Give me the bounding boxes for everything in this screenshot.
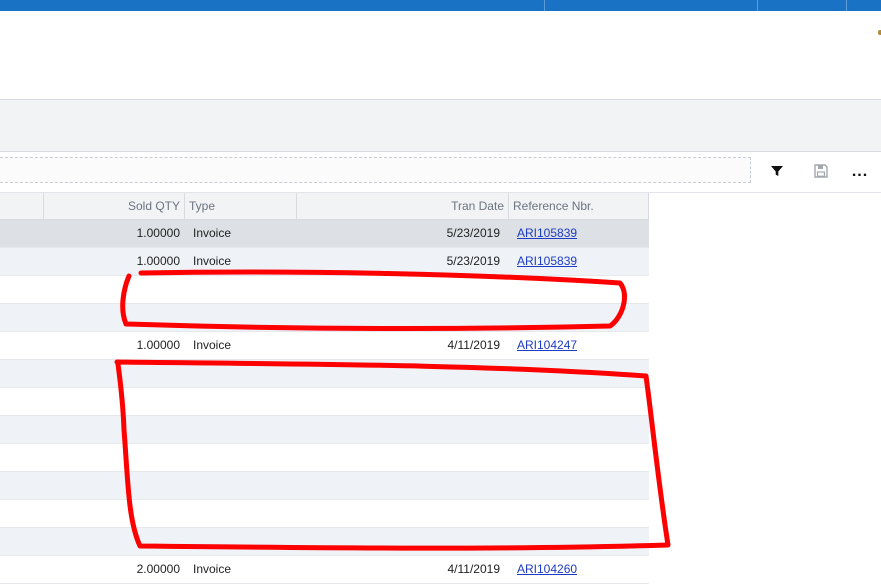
sold-qty-cell: [44, 360, 180, 387]
sold-qty-cell: [44, 276, 180, 303]
topbar-divider: [846, 0, 847, 11]
table-row[interactable]: 1.00000 Invoice 5/23/2019 ARI105839: [0, 220, 649, 248]
save-button[interactable]: [809, 160, 833, 184]
table-row[interactable]: [0, 304, 649, 332]
table-row[interactable]: [0, 500, 649, 528]
reference-nbr-link[interactable]: ARI104260: [517, 556, 577, 583]
topbar-divider: [757, 0, 758, 11]
sold-qty-cell: [44, 416, 180, 443]
summary-panel: [0, 100, 881, 152]
tran-date-cell: 5/23/2019: [446, 226, 500, 240]
save-icon: [813, 163, 829, 182]
form-header-area: [0, 11, 881, 100]
table-row[interactable]: [0, 472, 649, 500]
sold-qty-cell: 1.00000: [136, 338, 180, 352]
table-row[interactable]: 1.00000 Invoice 4/11/2019 ARI104247: [0, 332, 649, 360]
top-navigation-bar: [0, 0, 881, 11]
sold-qty-cell: [44, 528, 180, 555]
table-row[interactable]: [0, 528, 649, 556]
tran-date-cell: [296, 500, 500, 527]
table-row[interactable]: [0, 444, 649, 472]
tran-date-cell: [296, 360, 500, 387]
column-header-blank[interactable]: [0, 193, 44, 219]
grid-toolbar: ...: [0, 152, 881, 193]
topbar-divider: [544, 0, 545, 11]
type-cell: Invoice: [193, 226, 232, 240]
table-row[interactable]: [0, 276, 649, 304]
sold-qty-cell: [44, 444, 180, 471]
table-row[interactable]: [0, 388, 649, 416]
sold-qty-cell: 1.00000: [136, 254, 180, 268]
table-row[interactable]: 1.00000 Invoice 5/23/2019 ARI105839: [0, 248, 649, 276]
reference-nbr-link[interactable]: ARI104247: [517, 332, 577, 359]
filter-button[interactable]: [765, 160, 789, 184]
grid-body: 1.00000 Invoice 5/23/2019 ARI105839 1.00000 I…: [0, 220, 649, 584]
type-cell: Invoice: [193, 254, 232, 268]
sold-qty-cell: [44, 388, 180, 415]
sold-qty-cell: 1.00000: [136, 226, 180, 240]
tran-date-cell: [296, 444, 500, 471]
tran-date-cell: 4/11/2019: [447, 562, 501, 576]
table-row[interactable]: [0, 416, 649, 444]
grid-search-input[interactable]: [0, 157, 751, 183]
tran-date-cell: 5/23/2019: [446, 254, 500, 268]
type-cell: Invoice: [193, 562, 232, 576]
sold-qty-cell: [44, 304, 180, 331]
more-actions-button[interactable]: ...: [848, 160, 872, 184]
table-row[interactable]: [0, 360, 649, 388]
column-header-sold-qty[interactable]: Sold QTY: [44, 193, 185, 219]
column-header-reference-nbr[interactable]: Reference Nbr.: [509, 193, 649, 219]
tran-date-cell: [296, 304, 500, 331]
tran-date-cell: [296, 276, 500, 303]
column-header-tran-date[interactable]: Tran Date: [297, 193, 509, 219]
tran-date-cell: [296, 472, 500, 499]
reference-nbr-link[interactable]: ARI105839: [517, 220, 577, 247]
grid-header: Sold QTY Type Tran Date Reference Nbr.: [0, 193, 649, 220]
table-row[interactable]: 2.00000 Invoice 4/11/2019 ARI104260: [0, 556, 649, 584]
tran-date-cell: [296, 416, 500, 443]
type-cell: Invoice: [193, 338, 232, 352]
sold-qty-cell: [44, 472, 180, 499]
reference-nbr-link[interactable]: ARI105839: [517, 248, 577, 275]
tran-date-cell: 4/11/2019: [447, 338, 501, 352]
column-header-type[interactable]: Type: [185, 193, 297, 219]
tran-date-cell: [296, 388, 500, 415]
tran-date-cell: [296, 528, 500, 555]
sold-qty-cell: [44, 500, 180, 527]
filter-icon: [770, 164, 784, 181]
sold-qty-cell: 2.00000: [136, 562, 180, 576]
more-icon: ...: [851, 163, 869, 180]
transactions-grid: Sold QTY Type Tran Date Reference Nbr. 1…: [0, 193, 649, 584]
